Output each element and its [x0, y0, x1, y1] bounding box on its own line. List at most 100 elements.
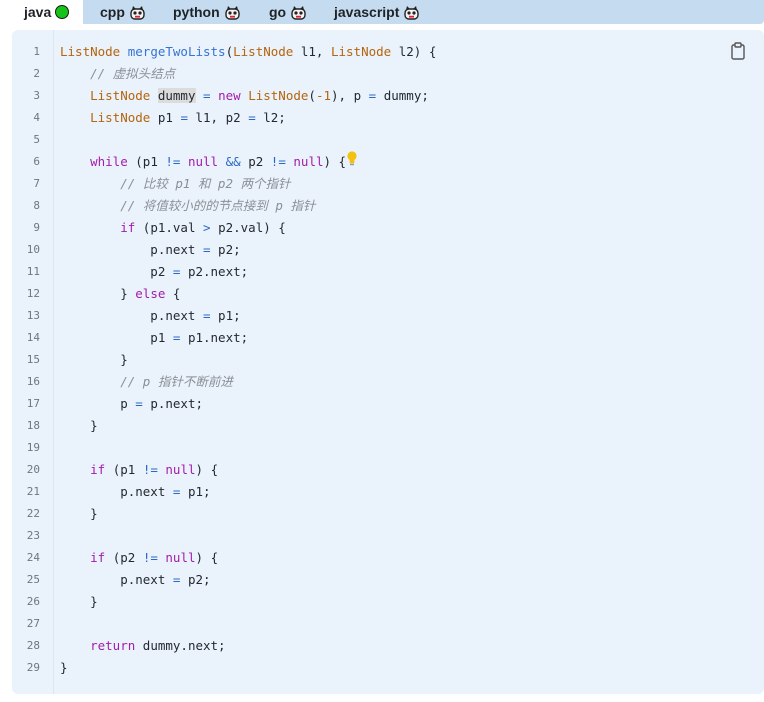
code-line: p = p.next;: [60, 393, 203, 415]
code-token: l2;: [255, 110, 286, 125]
robot-icon: [404, 5, 420, 20]
line-number-gutter: 1 2 3 4 5 6 7 8 9 10 11 12 13 14 15 16 17 18 19 20 21 22 23 24 2…: [12, 30, 54, 694]
line-number: 19: [26, 441, 40, 454]
code-line: } else {: [60, 283, 180, 305]
line-number: 28: [26, 639, 40, 652]
code-line: }: [60, 415, 98, 437]
tab-python[interactable]: python: [173, 0, 241, 24]
code-token: ListNode: [90, 88, 151, 103]
line-number: 7: [33, 177, 40, 190]
line-number: 2: [33, 67, 40, 80]
code-token: >: [203, 220, 211, 235]
code-line: ListNode mergeTwoLists(ListNode l1, List…: [60, 41, 436, 63]
tab-go[interactable]: go: [269, 0, 307, 24]
code-token: =: [203, 308, 211, 323]
code-line: ListNode p1 = l1, p2 = l2;: [60, 107, 286, 129]
line-number: 9: [33, 221, 40, 234]
code-token: ListNode: [90, 110, 151, 125]
code-token: ) {: [323, 154, 347, 169]
code-token: p2;: [210, 242, 241, 257]
line-number: 12: [26, 287, 40, 300]
code-token: -1: [315, 88, 332, 103]
line-number: 4: [33, 111, 40, 124]
code-token: }: [60, 594, 98, 609]
clipboard-icon[interactable]: [730, 42, 746, 60]
code-line: if (p1 != null) {: [60, 459, 218, 481]
tab-javascript[interactable]: javascript: [334, 0, 420, 24]
code-token: p1: [60, 330, 173, 345]
code-token: p2;: [180, 572, 211, 587]
code-token: =: [248, 110, 256, 125]
line-number: 18: [26, 419, 40, 432]
code-token: (: [225, 44, 234, 59]
code-token: p2.val) {: [210, 220, 286, 235]
code-token: ), p: [331, 88, 369, 103]
line-number: 6: [33, 155, 40, 168]
code-token: ListNode: [60, 44, 121, 59]
code-token: {: [165, 286, 181, 301]
line-number: 1: [33, 45, 40, 58]
code-token: dummy;: [376, 88, 429, 103]
code-token: p.next: [60, 308, 203, 323]
code-token: null: [293, 154, 324, 169]
code-line: p.next = p1;: [60, 481, 211, 503]
code-token: p1;: [180, 484, 211, 499]
code-token: ListNode: [233, 44, 294, 59]
line-number: 15: [26, 353, 40, 366]
line-number: 24: [26, 551, 40, 564]
code-token: }: [60, 660, 68, 675]
tab-cpp[interactable]: cpp: [100, 0, 146, 24]
code-token: p1;: [210, 308, 241, 323]
tab-java[interactable]: java: [12, 0, 84, 24]
code-token: p2: [240, 154, 271, 169]
code-line: }: [60, 349, 128, 371]
code-token: ) {: [195, 462, 219, 477]
line-number: 23: [26, 529, 40, 542]
code-token: // 比较 p1 和 p2 两个指针: [120, 176, 291, 191]
code-token: // 虚拟头结点: [90, 66, 176, 81]
code-line: // p 指针不断前进: [60, 371, 233, 393]
code-token: // p 指针不断前进: [120, 374, 233, 389]
code-token: }: [60, 506, 98, 521]
line-number: 14: [26, 331, 40, 344]
code-token: if: [90, 462, 106, 477]
tab-label: java: [24, 4, 52, 20]
code-token: !=: [270, 154, 286, 169]
code-token: !=: [142, 550, 158, 565]
green-dot-icon: [55, 5, 70, 19]
code-line: return dummy.next;: [60, 635, 225, 657]
code-token: !=: [142, 462, 158, 477]
line-number: 25: [26, 573, 40, 586]
code-line: p1 = p1.next;: [60, 327, 248, 349]
code-token: }: [60, 286, 136, 301]
code-token: ListNode: [248, 88, 309, 103]
code-token: p.next;: [142, 396, 204, 411]
code-token: }: [60, 352, 128, 367]
code-token: return: [90, 638, 136, 653]
code-token: mergeTwoLists: [127, 44, 226, 59]
code-token: p1: [150, 110, 181, 125]
code-line: p2 = p2.next;: [60, 261, 248, 283]
lightbulb-icon[interactable]: [346, 151, 358, 167]
code-block: 1 2 3 4 5 6 7 8 9 10 11 12 13 14 15 16 17 18 19 20 21 22 23 24 2…: [12, 30, 764, 694]
code-token: null: [165, 550, 196, 565]
code-token: p1.next;: [180, 330, 249, 345]
line-number: 11: [26, 265, 40, 278]
code-token: (p1.val: [135, 220, 204, 235]
code-token: p.next: [60, 484, 173, 499]
robot-icon: [291, 5, 306, 20]
code-token: p.next: [60, 572, 173, 587]
language-tab-bar: java cpp python go javascript: [12, 0, 764, 24]
code-token: =: [135, 396, 143, 411]
line-number: 27: [26, 617, 40, 630]
code-token: l2) {: [391, 44, 437, 59]
